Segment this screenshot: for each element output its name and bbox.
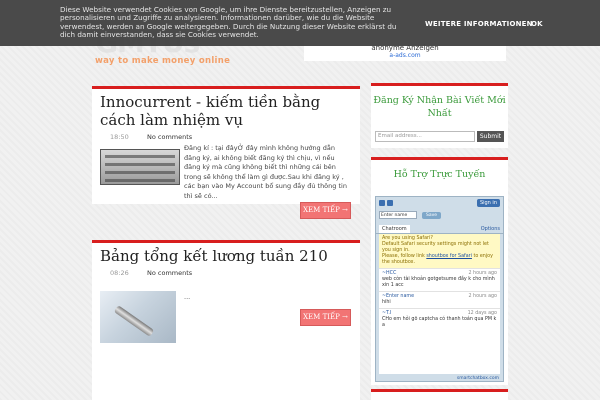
facebook-icon[interactable] [379,200,385,206]
chat-icon-group [379,200,393,206]
cookie-consent-bar: Diese Website verwendet Cookies von Goog… [0,0,600,46]
post-title[interactable]: Bảng tổng kết lương tuần 210 [92,243,360,265]
cookie-ok-button[interactable]: OK [531,20,543,28]
cookie-more-info-link[interactable]: WEITERE INFORMATIONEN [425,20,533,28]
widget-title: Hỗ Trợ Trực Tuyến [393,169,486,180]
options-link[interactable]: Options [481,225,500,233]
safari-shoutbox-link[interactable]: shoutbox for Safari [426,254,472,259]
post-title[interactable]: Innocurrent - kiếm tiền bằng cách làm nh… [92,89,360,129]
post-card: Innocurrent - kiếm tiền bằng cách làm nh… [92,86,360,219]
chat-message: ~Enter name 2 hours ago hihi [379,291,500,308]
tab-chatroom[interactable]: Chatroom [379,225,410,233]
notice-line: Default Safari security settings might n… [382,242,489,253]
post-thumbnail[interactable] [100,291,176,343]
support-widget: Hỗ Trợ Trực Tuyến Sign in Enter name Sav… [371,157,508,385]
sign-in-button[interactable]: Sign in [476,199,500,207]
logo-tagline: way to make money online [95,56,231,66]
submit-button[interactable]: Submit [477,131,504,142]
chatbox: Sign in Enter name Save Chatroom Options… [375,196,504,382]
widget-title: Đăng Ký Nhận Bài Viết Mới Nhất [373,95,506,119]
post-excerpt: ... [184,293,191,301]
chat-footer-link[interactable]: smartchatbox.com [376,374,503,383]
subscribe-widget: Đăng Ký Nhận Bài Viết Mới Nhất Email add… [371,83,508,148]
chat-tabs: Chatroom Options [376,225,503,234]
chat-toolbar: Sign in [376,197,503,209]
chat-name-input[interactable]: Enter name [379,211,417,219]
post-time: 18:50 [110,133,129,141]
notice-text: Please, follow link [382,254,425,259]
post-meta: 08:26 No comments [110,269,360,277]
sidebar-widget [371,389,508,400]
message-text: hihi [382,300,391,305]
chat-message: ~T.I 12 days ago CHo em hỏi gõ captcha có… [379,308,500,331]
twitter-icon[interactable] [387,200,393,206]
post-comments-link[interactable]: No comments [147,269,192,277]
email-field[interactable]: Email address... [375,131,475,142]
post-time: 08:26 [110,269,129,277]
message-text: CHo em hỏi gõ captcha có thanh toán qua … [382,317,497,328]
message-time: 2 hours ago [468,294,497,299]
chat-messages[interactable]: Are you using Safari? Default Safari sec… [379,234,500,374]
ad-link[interactable]: a-ads.com [304,52,506,60]
post-thumbnail[interactable] [100,149,180,185]
post-excerpt: Đăng kí : tại đâyỞ đây mình không hướng … [184,144,347,200]
read-more-button[interactable]: XEM TIẾP → [300,202,351,219]
post-card: Bảng tổng kết lương tuần 210 08:26 No co… [92,240,360,400]
post-comments-link[interactable]: No comments [147,133,192,141]
message-text: web còn tài khoản gotgetsume đầy k cho m… [382,277,495,288]
read-more-button[interactable]: XEM TIẾP → [300,309,351,326]
chat-message: ~HCC 2 hours ago web còn tài khoản gotget… [379,268,500,291]
pen-image [113,305,155,337]
post-meta: 18:50 No comments [110,133,360,141]
name-row: Enter name Save [376,211,503,219]
subscribe-form: Email address... Submit [375,131,504,142]
save-button[interactable]: Save [422,211,442,219]
cookie-text: Diese Website verwendet Cookies von Goog… [60,5,397,40]
notice-line: Please, follow link shoutbox for Safari … [382,254,497,266]
safari-notice: Are you using Safari? Default Safari sec… [379,234,500,268]
